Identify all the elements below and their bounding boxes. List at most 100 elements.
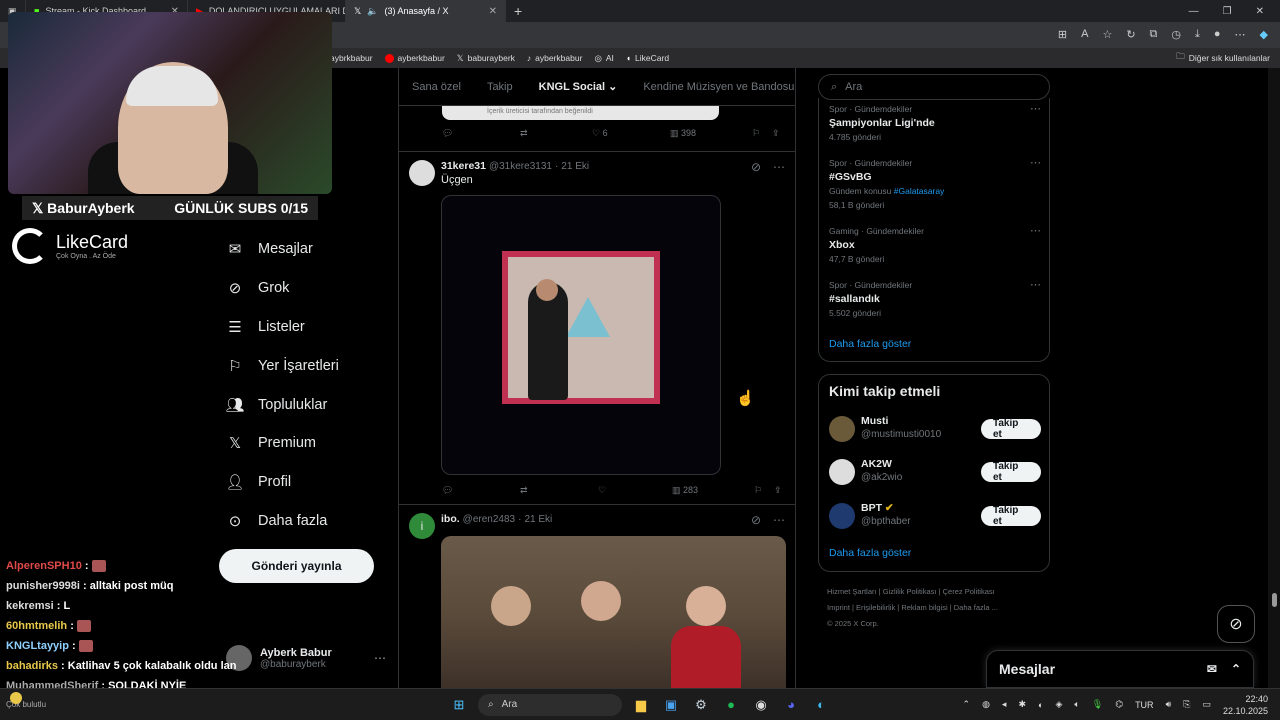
bookmark-item[interactable]: ♪ ayberkbabur xyxy=(527,53,583,63)
follow-button[interactable]: Takip et xyxy=(981,418,1041,440)
restore-icon[interactable]: ❐ xyxy=(1223,6,1232,17)
minimize-icon[interactable]: — xyxy=(1189,6,1199,17)
chat-username[interactable]: bahadirks xyxy=(6,660,58,672)
menu-icon[interactable]: ⋯ xyxy=(1235,28,1246,41)
tweet-time[interactable]: 21 Eki xyxy=(524,514,552,525)
avatar[interactable]: i xyxy=(409,513,435,539)
bookmark-item[interactable]: 𝕏baburayberk xyxy=(457,53,515,64)
other-bookmarks[interactable]: 🗀 Diğer sık kullanılanlar xyxy=(1176,51,1270,65)
spotify-icon[interactable]: ● xyxy=(720,694,742,716)
trend-item[interactable]: Spor · Gündemdekiler #sallandık 5.502 gönd… xyxy=(829,278,1041,320)
more-icon[interactable]: ⋯ xyxy=(1030,224,1041,237)
chat-username[interactable]: KNGLtayyip xyxy=(6,640,69,652)
footer-link[interactable]: Gizlilik Politikası xyxy=(883,587,937,596)
footer-link[interactable]: Çerez Politikası xyxy=(943,587,995,596)
avatar[interactable] xyxy=(409,160,435,186)
tray-icon[interactable]: ✱ xyxy=(1018,699,1026,710)
bookmark-icon[interactable]: ⚐ xyxy=(752,128,772,139)
steam-icon[interactable]: ⚙ xyxy=(690,694,712,716)
grok-fab-icon[interactable]: ⊘ xyxy=(1217,605,1255,643)
follow-button[interactable]: Takip et xyxy=(981,505,1041,527)
tray-icon[interactable]: ◈ xyxy=(1055,699,1062,710)
more-icon[interactable]: ⋯ xyxy=(1030,278,1041,291)
avatar[interactable] xyxy=(829,459,855,485)
discord-icon[interactable]: ◕ xyxy=(780,694,802,716)
nav-item-list[interactable]: ☰ Listeler xyxy=(226,308,406,347)
expand-icon[interactable]: ⌃ xyxy=(1231,662,1241,676)
follow-button[interactable]: Takip et xyxy=(981,461,1041,483)
tweet[interactable]: İçerik üreticisi tarafından beğenildi 💬︎… xyxy=(399,106,795,152)
tab-list[interactable]: Kendine Müzisyen ve Bandosu xyxy=(630,81,795,93)
language-indicator[interactable]: TUR xyxy=(1135,700,1154,710)
reply-icon[interactable]: 💬︎ xyxy=(442,485,520,496)
search-input[interactable]: ⌕ Ara xyxy=(818,74,1050,100)
grok-icon[interactable]: ⊘ xyxy=(751,513,761,527)
like-icon[interactable]: ♡ xyxy=(598,485,672,496)
suggested-user-name[interactable]: AK2W xyxy=(861,458,892,470)
bookmark-item[interactable]: ◎ AI xyxy=(594,53,613,64)
edge-icon[interactable]: ◐ xyxy=(810,694,832,716)
more-icon[interactable]: ⋯ xyxy=(773,513,785,527)
nav-item-person[interactable]: 👤︎ Profil xyxy=(225,463,406,502)
nav-item-people[interactable]: 👥︎ Topluluklar xyxy=(225,385,406,424)
chat-username[interactable]: kekremsi xyxy=(6,600,54,612)
like-button[interactable]: ♡ 6 xyxy=(592,128,670,139)
more-icon[interactable]: ⋯ xyxy=(1030,102,1041,115)
tab-x-home[interactable]: 𝕏 🔈 (3) Anasayfa / X ✕ xyxy=(346,0,506,22)
refresh-icon[interactable]: ↻ xyxy=(1126,28,1135,41)
file-explorer-icon[interactable]: ▆ xyxy=(630,694,652,716)
weather-widget[interactable]: Çok bulutlu xyxy=(0,700,60,709)
profile-icon[interactable]: ● xyxy=(1214,28,1221,41)
tab-kngl-social[interactable]: KNGL Social ⌄ xyxy=(526,80,631,93)
more-icon[interactable]: ⋯ xyxy=(374,651,386,665)
share-icon[interactable]: ⇪ xyxy=(774,485,782,496)
favorite-star-icon[interactable]: ☆ xyxy=(1102,28,1112,41)
close-window-icon[interactable]: ✕ xyxy=(1256,6,1264,17)
footer-link[interactable]: Imprint xyxy=(827,603,850,612)
bookmark-icon[interactable]: ⚐ xyxy=(754,485,774,496)
share-icon[interactable]: ⇪ xyxy=(772,128,780,139)
footer-link[interactable]: Hizmet Şartları xyxy=(827,587,877,596)
trend-item[interactable]: Spor · Gündemdekiler Şampiyonlar Ligi'nde… xyxy=(829,102,1041,144)
nav-item-x-logo[interactable]: 𝕏 Premium xyxy=(226,424,406,463)
photos-icon[interactable]: ▣ xyxy=(660,694,682,716)
app-icon[interactable]: ⊞ xyxy=(1058,28,1067,41)
author-name[interactable]: 31kere31 xyxy=(441,160,486,172)
start-icon[interactable]: ⊞ xyxy=(448,694,470,716)
follow-show-more[interactable]: Daha fazla göster xyxy=(829,547,911,559)
mic-icon[interactable]: 🎙︎ xyxy=(1092,699,1103,710)
tray-icon[interactable]: ◍ xyxy=(982,699,990,710)
tray-icon[interactable]: ⌬ xyxy=(1115,699,1123,710)
footer-link[interactable]: Reklam bilgisi xyxy=(901,603,947,612)
author-name[interactable]: ibo. xyxy=(441,513,460,525)
chat-username[interactable]: AlperenSPH10 xyxy=(6,560,82,572)
tab-following[interactable]: Takip xyxy=(474,81,526,93)
tweet[interactable]: 31kere31 @31kere3131 · 21 Eki ⊘ ⋯ Üçgen 💬… xyxy=(399,152,795,505)
new-tab-button[interactable]: + xyxy=(506,0,530,22)
tray-chevron-icon[interactable]: ⌃ xyxy=(963,699,971,710)
retweet-icon[interactable]: ⇄ xyxy=(520,485,598,496)
battery-icon[interactable]: ▭ xyxy=(1202,699,1211,710)
reply-icon[interactable]: 💬︎ xyxy=(442,128,520,139)
nav-item-more-circle[interactable]: ⊙ Daha fazla xyxy=(226,502,406,541)
trend-item[interactable]: Gaming · Gündemdekiler Xbox 47,7 B gönderi… xyxy=(829,224,1041,266)
follow-suggestion[interactable]: Musti @mustimusti0010 Takip et xyxy=(829,415,1041,445)
more-icon[interactable]: ⋯ xyxy=(773,160,785,174)
new-message-icon[interactable]: ✉ xyxy=(1207,662,1217,676)
follow-suggestion[interactable]: AK2W @ak2wio Takip et xyxy=(829,458,1041,488)
trend-hashtag[interactable]: #Galatasaray xyxy=(894,186,945,196)
volume-icon[interactable]: 🔈︎ xyxy=(1074,699,1079,710)
footer-link[interactable]: Erişilebilirlik xyxy=(856,603,895,612)
tray-icon[interactable]: ◐ xyxy=(1038,700,1043,710)
bookmark-item[interactable]: ayberkbabur xyxy=(384,53,445,63)
tab-for-you[interactable]: Sana özel xyxy=(399,81,474,93)
extensions-icon[interactable]: ⧉ xyxy=(1150,28,1158,41)
account-switcher[interactable]: Ayberk Babur @baburayberk ⋯ xyxy=(226,640,386,676)
tweet-video[interactable] xyxy=(441,195,721,475)
trend-item[interactable]: Spor · Gündemdekiler #GSvBG Gündem konusu … xyxy=(829,156,1041,212)
read-aloud-icon[interactable]: A xyxy=(1081,28,1088,41)
avatar[interactable] xyxy=(829,503,855,529)
nav-item-bookmark[interactable]: ⚐ Yer İşaretleri xyxy=(226,346,406,385)
copilot-icon[interactable]: ◆ xyxy=(1260,28,1268,41)
chat-username[interactable]: 60hmtmelih xyxy=(6,620,67,632)
